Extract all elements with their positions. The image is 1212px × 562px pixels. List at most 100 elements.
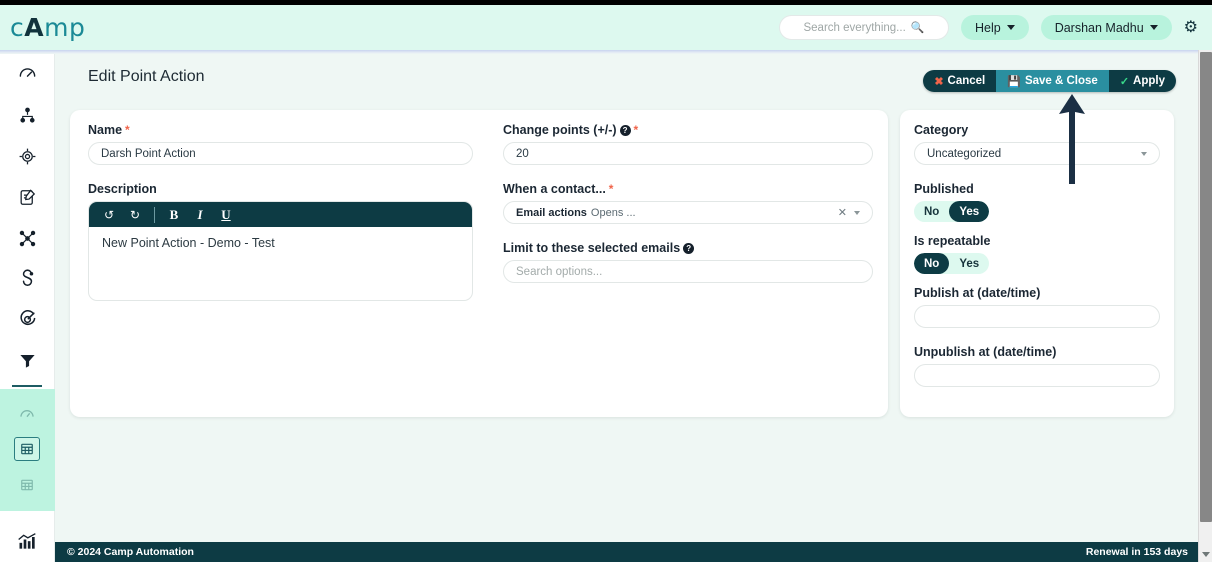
change-points-value: 20 xyxy=(516,147,529,160)
select-group-label: Email actions xyxy=(516,206,587,219)
save-and-close-button[interactable]: 💾 Save & Close xyxy=(996,70,1109,92)
description-editor[interactable]: ↺ ↻ B I U New Point Action - Demo - Test xyxy=(88,201,473,301)
published-option-yes[interactable]: Yes xyxy=(949,201,990,222)
scroll-down-button[interactable] xyxy=(1199,546,1212,562)
chevron-down-icon[interactable] xyxy=(854,210,860,215)
search-icon: 🔍 xyxy=(910,22,925,34)
sidebar-item-dashboard[interactable] xyxy=(0,54,55,95)
target-globe-icon xyxy=(18,147,37,166)
app-header: cAmp Search everything... 🔍 Help Darshan… xyxy=(0,5,1212,50)
name-input[interactable]: Darsh Point Action xyxy=(88,142,473,165)
description-label-text: Description xyxy=(88,182,157,196)
name-label-text: Name xyxy=(88,123,123,137)
publish-at-label: Publish at (date/time) xyxy=(914,286,1160,300)
app-footer: © 2024 Camp Automation Renewal in 153 da… xyxy=(55,542,1200,562)
sidebar-item-speedometer[interactable] xyxy=(0,393,55,434)
header-separator xyxy=(0,50,1212,54)
toolbar-divider xyxy=(154,206,155,223)
gear-icon[interactable]: ⚙ xyxy=(1184,19,1198,36)
sidebar-item-hierarchy[interactable] xyxy=(0,95,55,136)
check-icon: ✓ xyxy=(1119,75,1130,88)
redo-icon[interactable]: ↻ xyxy=(123,205,147,225)
required-asterisk: * xyxy=(633,123,639,137)
undo-icon[interactable]: ↺ xyxy=(97,205,121,225)
publish-at-label-text: Publish at (date/time) xyxy=(914,286,1041,300)
chevron-down-icon xyxy=(1202,551,1210,557)
sidebar-item-report-active[interactable] xyxy=(14,437,40,462)
limit-emails-placeholder: Search options... xyxy=(516,265,603,278)
chevron-down-icon[interactable] xyxy=(1141,151,1147,156)
is-repeatable-label-text: Is repeatable xyxy=(914,234,991,248)
sidebar-item-segments[interactable] xyxy=(0,340,55,381)
select-value-group: Email actions Opens ... xyxy=(516,207,838,219)
form-column-left: Name * Darsh Point Action Description ↺ … xyxy=(88,123,473,301)
unpublish-at-label: Unpublish at (date/time) xyxy=(914,345,1160,359)
sidebar-item-forms[interactable] xyxy=(0,177,55,218)
underline-button[interactable]: U xyxy=(214,205,238,225)
action-button-group: ✖ Cancel 💾 Save & Close ✓ Apply xyxy=(923,70,1176,92)
sidebar-item-goals[interactable] xyxy=(0,299,55,340)
sidebar-item-stages[interactable] xyxy=(0,258,55,299)
unpublish-at-input[interactable] xyxy=(914,364,1160,387)
copyright-text: © 2024 Camp Automation xyxy=(67,546,194,558)
published-toggle[interactable]: No Yes xyxy=(914,201,990,222)
header-right-group: Search everything... 🔍 Help Darshan Madh… xyxy=(778,15,1212,40)
published-label-text: Published xyxy=(914,182,974,196)
page-scrollbar[interactable] xyxy=(1198,50,1212,562)
renewal-text: Renewal in 153 days xyxy=(1085,546,1188,558)
publish-at-input[interactable] xyxy=(914,305,1160,328)
help-menu-button[interactable]: Help xyxy=(960,15,1029,40)
page-title: Edit Point Action xyxy=(88,68,205,85)
is-repeatable-label: Is repeatable xyxy=(914,234,1160,248)
published-option-no[interactable]: No xyxy=(914,201,949,222)
limit-emails-input[interactable]: Search options... xyxy=(503,260,873,283)
category-label-text: Category xyxy=(914,123,969,137)
when-contact-select[interactable]: Email actions Opens ... ✕ xyxy=(503,201,873,224)
cancel-button[interactable]: ✖ Cancel xyxy=(923,70,997,92)
help-label: Help xyxy=(974,20,1001,35)
is-repeatable-option-yes[interactable]: Yes xyxy=(949,253,989,274)
user-label: Darshan Madhu xyxy=(1054,20,1144,35)
brand-prefix: c xyxy=(10,13,25,42)
save-close-label: Save & Close xyxy=(1024,75,1098,87)
user-menu-button[interactable]: Darshan Madhu xyxy=(1040,15,1172,40)
speedometer-icon xyxy=(19,406,35,422)
search-input[interactable]: Search everything... 🔍 xyxy=(778,15,949,40)
clear-icon[interactable]: ✕ xyxy=(838,206,847,219)
goal-target-icon xyxy=(18,310,37,329)
category-select[interactable]: Uncategorized xyxy=(914,142,1160,165)
sidebar-item-grid[interactable] xyxy=(0,464,55,505)
bold-button[interactable]: B xyxy=(162,205,186,225)
help-icon[interactable]: ? xyxy=(619,124,631,136)
sidebar-item-analytics[interactable] xyxy=(0,521,55,562)
name-label: Name * xyxy=(88,123,473,137)
apply-button[interactable]: ✓ Apply xyxy=(1108,70,1176,92)
published-label: Published xyxy=(914,182,1160,196)
is-repeatable-toggle[interactable]: No Yes xyxy=(914,253,990,274)
grid-icon xyxy=(20,478,34,492)
select-controls: ✕ xyxy=(838,206,860,219)
required-asterisk: * xyxy=(608,182,614,196)
sidebar-item-target-globe[interactable] xyxy=(0,136,55,177)
category-value: Uncategorized xyxy=(927,147,1002,160)
help-icon[interactable]: ? xyxy=(683,242,695,254)
sidebar-active-group xyxy=(0,389,55,512)
description-textarea[interactable]: New Point Action - Demo - Test xyxy=(89,227,472,300)
italic-button[interactable]: I xyxy=(188,205,212,225)
scrollbar-thumb[interactable] xyxy=(1200,52,1212,522)
when-contact-label: When a contact... * xyxy=(503,182,873,196)
required-asterisk: * xyxy=(125,123,130,137)
camp-logo[interactable]: cAmp xyxy=(10,13,85,42)
campaign-nodes-icon xyxy=(18,229,37,248)
is-repeatable-option-no[interactable]: No xyxy=(914,253,950,274)
limit-emails-label-text: Limit to these selected emails xyxy=(503,241,681,255)
sidebar-item-campaigns[interactable] xyxy=(0,218,55,259)
change-points-input[interactable]: 20 xyxy=(503,142,873,165)
hierarchy-icon xyxy=(18,106,37,125)
